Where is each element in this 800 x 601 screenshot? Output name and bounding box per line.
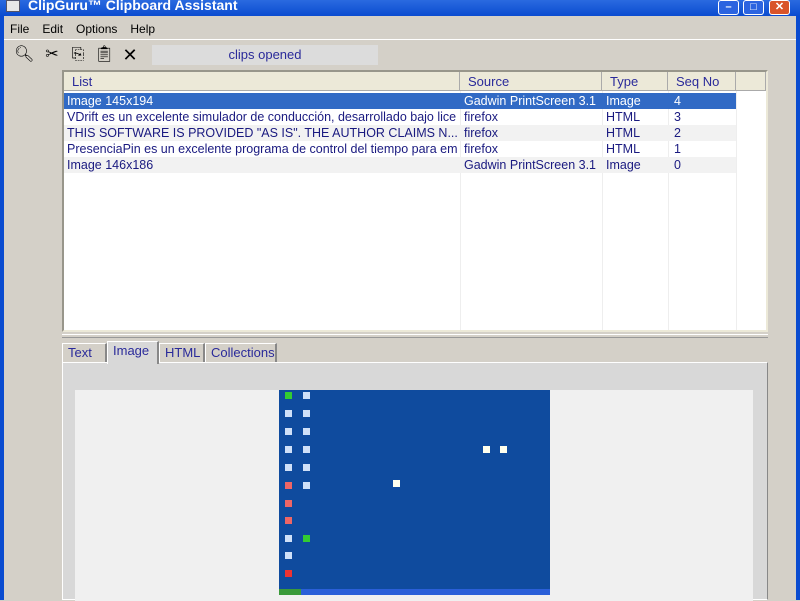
desktop-icon	[285, 552, 292, 559]
clip-image-preview	[279, 390, 550, 595]
tab-html[interactable]: HTML	[159, 343, 205, 363]
tab-image[interactable]: Image	[107, 341, 159, 364]
tab-text[interactable]: Text	[62, 343, 107, 363]
splitter[interactable]	[62, 334, 768, 338]
window-title: ClipGuru™ Clipboard Assistant	[28, 0, 238, 13]
cell-list: PresenciaPin es un excelente programa de…	[67, 142, 457, 156]
status-field: clips opened	[152, 45, 378, 65]
folder-icon	[500, 446, 507, 453]
cell-type: HTML	[606, 126, 641, 140]
desktop-icon	[285, 392, 292, 399]
menu-options[interactable]: Options	[76, 22, 117, 36]
cell-list: Image 146x186	[67, 158, 154, 172]
desktop-icon	[285, 464, 292, 471]
desktop-icon	[285, 570, 292, 577]
close-button[interactable]: ✕	[769, 0, 790, 15]
menu-bar: File Edit Options Help	[4, 18, 796, 40]
desktop-icon	[303, 464, 310, 471]
window-frame-right	[796, 16, 800, 600]
folder-icon	[393, 480, 400, 487]
desktop-icon	[285, 428, 292, 435]
desktop-icon	[285, 410, 292, 417]
folder-icon	[483, 446, 490, 453]
table-row[interactable]: Image 146x186 Gadwin PrintScreen 3.1 Ima…	[64, 157, 736, 173]
cell-list: THIS SOFTWARE IS PROVIDED "AS IS". THE A…	[67, 126, 457, 140]
column-header-type[interactable]: Type	[602, 72, 668, 91]
image-preview-area	[75, 390, 753, 601]
desktop-icon	[285, 500, 292, 507]
cell-seq: 3	[674, 110, 681, 124]
image-tab-panel	[62, 362, 768, 601]
cell-source: Gadwin PrintScreen 3.1	[464, 158, 597, 172]
table-row[interactable]: Image 145x194 Gadwin PrintScreen 3.1 Ima…	[64, 93, 736, 109]
desktop-icon	[285, 446, 292, 453]
desktop-icon	[303, 410, 310, 417]
desktop-icon	[303, 392, 310, 399]
desktop-icon	[285, 482, 292, 489]
cell-source: firefox	[464, 110, 499, 124]
column-header-filler	[736, 72, 766, 91]
cell-source: firefox	[464, 142, 499, 156]
app-icon	[6, 0, 20, 12]
desktop-icon	[303, 446, 310, 453]
cell-seq: 1	[674, 142, 681, 156]
paste-icon[interactable]: 📋︎	[94, 45, 114, 65]
cell-source: firefox	[464, 126, 499, 140]
cell-seq: 0	[674, 158, 681, 172]
minimize-button[interactable]: –	[718, 0, 739, 15]
tab-collections[interactable]: Collections	[205, 343, 277, 363]
maximize-button[interactable]: □	[743, 0, 764, 15]
cell-seq: 2	[674, 126, 681, 140]
taskbar	[279, 589, 550, 595]
desktop-icon	[303, 535, 310, 542]
cell-type: HTML	[606, 110, 641, 124]
toolbar: 🔍︎ ✂ ⎘ 📋︎ ✕ clips opened	[4, 42, 796, 68]
cell-source: Gadwin PrintScreen 3.1	[464, 94, 597, 108]
window-frame-left	[0, 16, 4, 600]
menu-edit[interactable]: Edit	[42, 22, 63, 36]
desktop-icon	[285, 535, 292, 542]
cell-seq: 4	[674, 94, 681, 108]
table-row[interactable]: THIS SOFTWARE IS PROVIDED "AS IS". THE A…	[64, 125, 736, 141]
menu-help[interactable]: Help	[130, 22, 155, 36]
table-row[interactable]: PresenciaPin es un excelente programa de…	[64, 141, 736, 157]
cell-type: Image	[606, 158, 641, 172]
desktop-icon	[285, 517, 292, 524]
cell-type: HTML	[606, 142, 641, 156]
column-header-seq[interactable]: Seq No	[668, 72, 736, 91]
clips-list[interactable]: List Source Type Seq No Image 145x194 Ga…	[62, 70, 768, 332]
column-header-list[interactable]: List	[64, 72, 460, 91]
column-header-source[interactable]: Source	[460, 72, 602, 91]
column-divider	[736, 91, 737, 330]
cell-list: VDrift es un excelente simulador de cond…	[67, 110, 457, 124]
cell-type: Image	[606, 94, 641, 108]
menu-file[interactable]: File	[10, 22, 29, 36]
delete-icon[interactable]: ✕	[120, 45, 140, 65]
cut-icon[interactable]: ✂	[42, 45, 62, 65]
desktop-icon	[303, 428, 310, 435]
start-button	[279, 589, 301, 595]
table-row[interactable]: VDrift es un excelente simulador de cond…	[64, 109, 736, 125]
search-icon[interactable]: 🔍︎	[14, 45, 34, 65]
title-bar: ClipGuru™ Clipboard Assistant – □ ✕	[0, 0, 800, 16]
cell-list: Image 145x194	[67, 94, 154, 108]
desktop-icon	[303, 482, 310, 489]
copy-icon[interactable]: ⎘	[68, 45, 88, 65]
